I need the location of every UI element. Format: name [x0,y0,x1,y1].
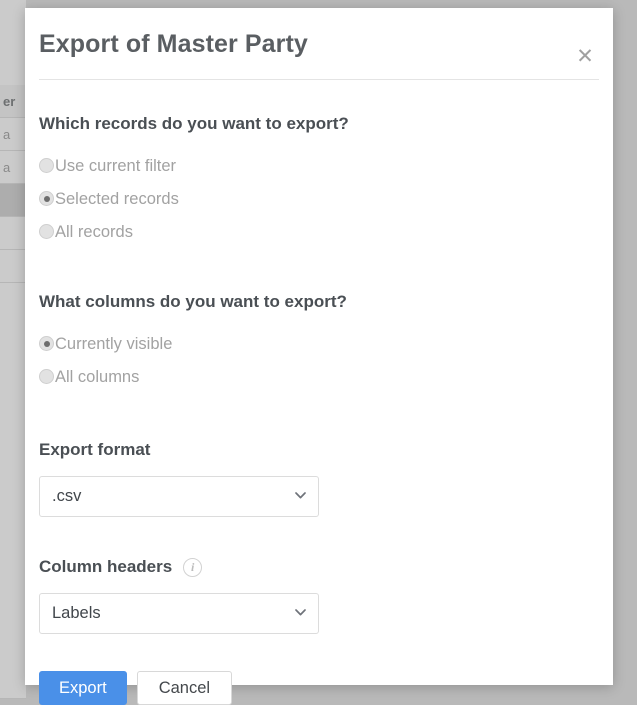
export-format-section: Export format .csv [39,440,599,517]
export-format-value: .csv [52,477,81,516]
info-icon[interactable]: i [183,558,202,577]
radio-use-current-filter[interactable]: Use current filter [39,149,599,182]
close-icon[interactable]: ✕ [570,41,600,71]
column-headers-label: Column headers i [39,557,599,577]
chevron-down-icon [295,492,306,499]
modal-overlay-shade [0,0,26,699]
header-divider [39,79,599,80]
chevron-down-icon [295,609,306,616]
dialog-header: Export of Master Party ✕ [25,8,613,81]
column-headers-section: Column headers i Labels [39,557,599,634]
radio-label: All columns [55,367,139,387]
column-headers-label-text: Column headers [39,557,172,577]
radio-label: Use current filter [55,156,176,176]
cancel-button[interactable]: Cancel [137,671,232,705]
columns-section: What columns do you want to export? Curr… [39,292,599,393]
column-headers-select[interactable]: Labels [39,593,319,634]
radio-all-records[interactable]: All records [39,215,599,248]
radio-mark [39,336,54,351]
dialog-body: Which records do you want to export? Use… [25,114,613,705]
radio-mark [39,191,54,206]
column-headers-value: Labels [52,594,101,633]
export-format-select[interactable]: .csv [39,476,319,517]
records-section: Which records do you want to export? Use… [39,114,599,248]
radio-currently-visible[interactable]: Currently visible [39,327,599,360]
radio-all-columns[interactable]: All columns [39,360,599,393]
radio-selected-records[interactable]: Selected records [39,182,599,215]
export-dialog: Export of Master Party ✕ Which records d… [25,8,613,685]
radio-label: All records [55,222,133,242]
dialog-title: Export of Master Party [39,30,308,59]
dialog-actions: Export Cancel [39,671,599,705]
export-button[interactable]: Export [39,671,127,705]
radio-mark [39,224,54,239]
radio-label: Selected records [55,189,179,209]
export-format-label-text: Export format [39,440,150,460]
radio-label: Currently visible [55,334,172,354]
radio-mark [39,369,54,384]
radio-mark [39,158,54,173]
export-format-label: Export format [39,440,599,460]
columns-question: What columns do you want to export? [39,292,599,312]
records-question: Which records do you want to export? [39,114,599,134]
